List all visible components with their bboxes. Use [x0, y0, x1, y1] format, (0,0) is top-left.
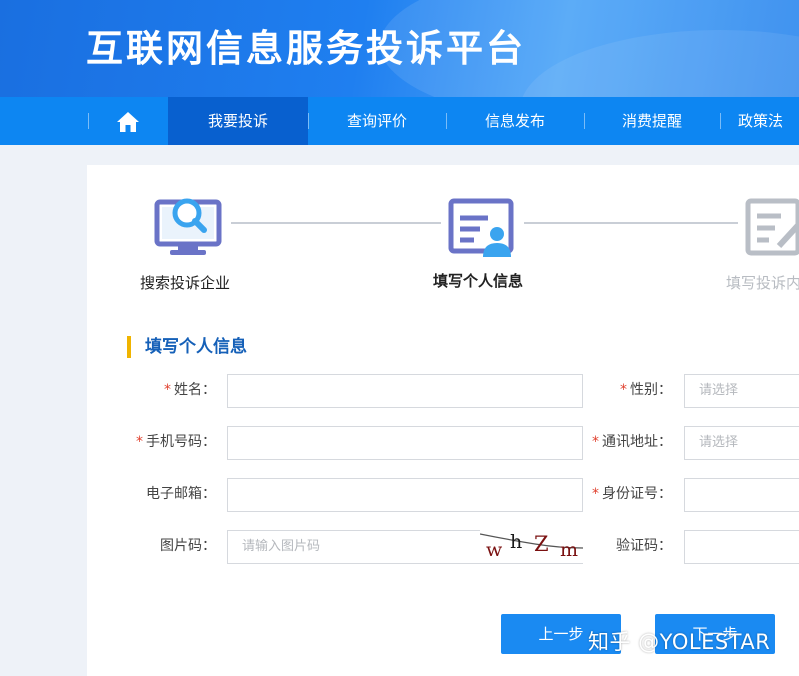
required-mark: *	[592, 434, 599, 450]
home-icon[interactable]	[116, 111, 140, 133]
required-mark: *	[136, 434, 143, 450]
step-connector	[524, 222, 738, 224]
nav-item-policy[interactable]: 政策法	[738, 97, 799, 145]
captcha-image[interactable]: w h Z m	[479, 530, 584, 563]
captcha-drawing: w h Z m	[479, 531, 584, 561]
step-label-personal: 填写个人信息	[433, 272, 524, 290]
image-code-label: 图片码：	[160, 538, 216, 554]
name-label: * 姓名：	[164, 382, 216, 398]
verify-code-input[interactable]	[684, 530, 799, 564]
personal-info-icon	[448, 198, 514, 257]
step-connector	[231, 222, 441, 224]
email-input[interactable]	[227, 478, 583, 512]
email-label: 电子邮箱：	[146, 486, 216, 502]
step-label-search: 搜索投诉企业	[140, 274, 231, 292]
gender-label: * 性别：	[620, 382, 672, 398]
watermark: 知乎 @YOLESTAR	[588, 630, 771, 654]
header-banner: 互联网信息服务投诉平台	[0, 0, 799, 97]
id-number-input[interactable]	[684, 478, 799, 512]
main-nav: 我要投诉 查询评价 信息发布 消费提醒 政策法	[0, 97, 799, 145]
captcha-char: h	[510, 531, 522, 553]
phone-label: * 手机号码：	[136, 434, 216, 450]
verify-code-label: 验证码：	[616, 538, 672, 554]
nav-separator	[720, 113, 721, 129]
phone-input[interactable]	[227, 426, 583, 460]
step-label-content: 填写投诉内	[726, 274, 799, 292]
search-company-icon	[154, 198, 222, 255]
nav-item-reminder[interactable]: 消费提醒	[584, 97, 720, 145]
section-title: 填写个人信息	[127, 336, 247, 358]
nav-item-info[interactable]: 信息发布	[446, 97, 584, 145]
captcha-char: Z	[534, 532, 549, 556]
required-mark: *	[164, 382, 171, 398]
nav-item-complaint[interactable]: 我要投诉	[168, 97, 308, 145]
site-title: 互联网信息服务投诉平台	[86, 27, 526, 70]
address-select[interactable]: 请选择	[684, 426, 799, 460]
required-mark: *	[592, 486, 599, 502]
address-label: * 通讯地址：	[592, 434, 672, 450]
name-input[interactable]	[227, 374, 583, 408]
nav-separator	[88, 113, 89, 129]
captcha-char: w	[486, 539, 503, 561]
complaint-content-icon	[745, 198, 799, 256]
gender-select[interactable]: 请选择	[684, 374, 799, 408]
id-number-label: * 身份证号：	[592, 486, 672, 502]
required-mark: *	[620, 382, 627, 398]
nav-item-query[interactable]: 查询评价	[308, 97, 446, 145]
captcha-char: m	[560, 539, 578, 561]
